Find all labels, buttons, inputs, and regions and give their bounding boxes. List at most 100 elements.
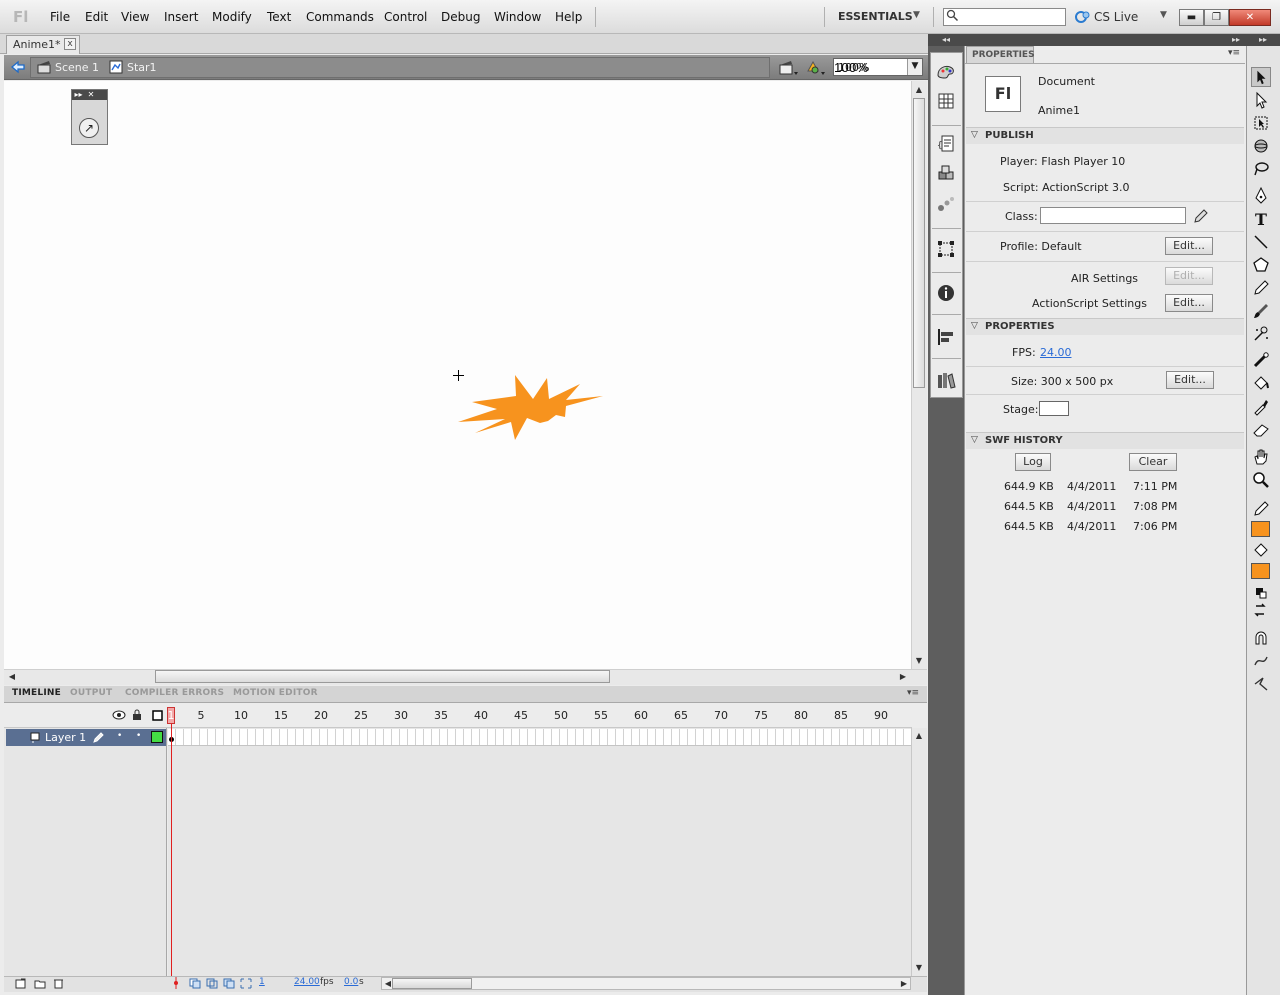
swap-colors-icon[interactable]: [1251, 600, 1271, 620]
new-layer-icon[interactable]: [15, 978, 26, 989]
menu-edit[interactable]: Edit: [85, 10, 108, 24]
cs-live-icon[interactable]: [1075, 9, 1091, 25]
star-shape[interactable]: [455, 372, 607, 444]
text-tool-icon[interactable]: T: [1251, 209, 1271, 229]
paint-bucket-tool-icon[interactable]: [1251, 374, 1271, 394]
scroll-up-icon[interactable]: ▲: [913, 730, 925, 742]
chevron-down-icon[interactable]: ▼: [907, 59, 922, 75]
frame-number[interactable]: 65: [669, 709, 693, 722]
eye-icon[interactable]: [112, 710, 126, 720]
eraser-tool-icon[interactable]: [1251, 420, 1271, 440]
frame-number[interactable]: 30: [389, 709, 413, 722]
menu-file[interactable]: File: [50, 10, 70, 24]
frame-number[interactable]: 50: [549, 709, 573, 722]
frame-number[interactable]: 5: [189, 709, 213, 722]
scroll-down-icon[interactable]: ▼: [913, 655, 925, 667]
expand-tools-icon[interactable]: ▸▸: [1246, 34, 1280, 46]
menu-commands[interactable]: Commands: [306, 10, 374, 24]
frame-number[interactable]: 25: [349, 709, 373, 722]
fps-value[interactable]: 24.00: [1040, 346, 1072, 359]
bone-tool-icon[interactable]: [1251, 351, 1271, 371]
menu-control[interactable]: Control: [384, 10, 427, 24]
frame-number[interactable]: 80: [789, 709, 813, 722]
expand-triangle-icon[interactable]: ▽: [971, 435, 978, 445]
pencil-tool-icon[interactable]: [1251, 278, 1271, 298]
swatches-grid-icon[interactable]: [935, 90, 957, 112]
frames-area[interactable]: [168, 728, 911, 976]
tab-output[interactable]: OUTPUT: [70, 688, 112, 698]
tab-compiler-errors[interactable]: COMPILER ERRORS: [125, 688, 224, 698]
chevron-down-icon[interactable]: ▼: [913, 10, 920, 20]
current-frame-value[interactable]: 1: [259, 977, 265, 987]
chevron-down-icon[interactable]: ▼: [1160, 10, 1167, 20]
lasso-tool-icon[interactable]: [1251, 159, 1271, 179]
edit-scene-icon[interactable]: [779, 59, 799, 77]
class-field[interactable]: [1040, 207, 1186, 224]
timeline-vertical-scrollbar[interactable]: [911, 728, 927, 976]
frame-number[interactable]: 75: [749, 709, 773, 722]
size-edit-button[interactable]: Edit...: [1166, 371, 1214, 389]
frame-number[interactable]: 70: [709, 709, 733, 722]
edit-symbols-icon[interactable]: [806, 59, 826, 77]
center-frame-icon[interactable]: [172, 977, 180, 989]
free-transform-tool-icon[interactable]: [1251, 113, 1271, 133]
panel-menu-icon[interactable]: ▾≡: [1228, 48, 1240, 58]
close-button[interactable]: ✕: [1229, 9, 1271, 26]
eyedropper-tool-icon[interactable]: [1251, 397, 1271, 417]
onion-outlines-icon[interactable]: [206, 978, 218, 989]
elapsed-time-value[interactable]: 0.0: [344, 977, 358, 987]
align-icon[interactable]: [935, 326, 957, 348]
edit-multiple-frames-icon[interactable]: [223, 978, 235, 989]
menu-modify[interactable]: Modify: [212, 10, 252, 24]
edit-class-pencil-icon[interactable]: [1193, 208, 1209, 224]
visibility-dot-icon[interactable]: •: [117, 731, 122, 741]
scroll-down-icon[interactable]: ▼: [913, 962, 925, 974]
stage-color-swatch[interactable]: [1039, 401, 1069, 416]
expand-triangle-icon[interactable]: ▽: [971, 321, 978, 331]
minimize-button[interactable]: ▬: [1179, 9, 1204, 26]
library-icon[interactable]: [935, 370, 957, 392]
deco-tool-icon[interactable]: [1251, 324, 1271, 344]
onion-skin-icon[interactable]: [189, 978, 201, 989]
vertical-scroll-thumb[interactable]: [913, 98, 925, 388]
back-arrow-icon[interactable]: [10, 59, 26, 75]
cs-live-button[interactable]: CS Live: [1094, 10, 1138, 24]
fill-color-bucket-icon[interactable]: [1251, 541, 1271, 561]
breadcrumb-scene[interactable]: Scene 1: [55, 61, 99, 74]
tab-motion-editor[interactable]: MOTION EDITOR: [233, 688, 318, 698]
scroll-left-icon[interactable]: ◀: [6, 671, 18, 683]
menu-text[interactable]: Text: [267, 10, 291, 24]
menu-insert[interactable]: Insert: [164, 10, 198, 24]
trash-icon[interactable]: [53, 977, 64, 989]
selection-tool-icon[interactable]: [1251, 67, 1271, 87]
components-icon[interactable]: [935, 163, 957, 185]
frame-number[interactable]: 20: [309, 709, 333, 722]
actionscript-settings-edit-button[interactable]: Edit...: [1165, 294, 1213, 312]
search-input[interactable]: [943, 8, 1066, 26]
color-palette-icon[interactable]: [935, 61, 957, 83]
brush-tool-icon[interactable]: [1251, 301, 1271, 321]
frame-number[interactable]: 40: [469, 709, 493, 722]
straighten-icon[interactable]: [1251, 674, 1271, 694]
menu-debug[interactable]: Debug: [441, 10, 480, 24]
lock-dot-icon[interactable]: •: [136, 731, 141, 741]
polystar-tool-icon[interactable]: [1251, 255, 1271, 275]
timeline-scroll-thumb[interactable]: [392, 978, 472, 989]
frame-number[interactable]: 55: [589, 709, 613, 722]
panel-menu-icon[interactable]: ▾≡: [907, 688, 919, 698]
frame-rate-value[interactable]: 24.00: [294, 977, 320, 987]
tab-properties[interactable]: PROPERTIES: [966, 46, 1035, 63]
workspace-switcher[interactable]: ESSENTIALS: [838, 10, 913, 23]
close-icon[interactable]: x: [64, 38, 76, 50]
scroll-right-icon[interactable]: ▶: [898, 978, 910, 989]
snap-magnet-icon[interactable]: [1251, 628, 1271, 648]
motion-presets-icon[interactable]: [935, 193, 957, 215]
collapse-dock-icon[interactable]: ◂◂: [928, 34, 964, 46]
transform-panel-icon[interactable]: [935, 238, 957, 260]
scroll-right-icon[interactable]: ▶: [897, 671, 909, 683]
modify-markers-icon[interactable]: [240, 978, 252, 989]
section-publish[interactable]: PUBLISH: [966, 127, 1244, 144]
clear-button[interactable]: Clear: [1129, 453, 1177, 471]
section-swf-history[interactable]: SWF HISTORY: [966, 432, 1244, 449]
line-tool-icon[interactable]: [1251, 232, 1271, 252]
